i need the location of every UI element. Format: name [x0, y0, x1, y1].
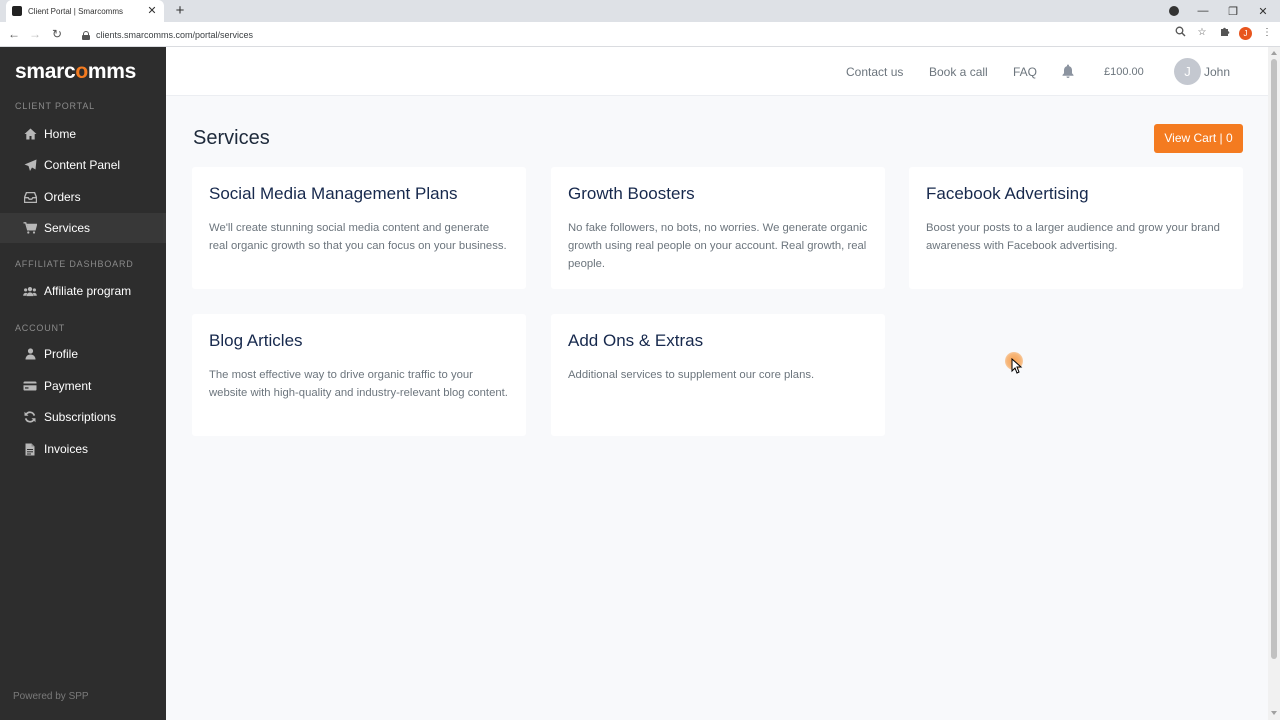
sidebar-item-subscriptions[interactable]: Subscriptions: [0, 402, 166, 432]
sidebar-item-label: Orders: [44, 190, 81, 204]
bookmark-star-icon[interactable]: ☆: [1195, 26, 1209, 40]
powered-by-link[interactable]: Powered by SPP: [13, 691, 89, 702]
zoom-icon[interactable]: [1173, 26, 1187, 40]
sidebar-item-invoices[interactable]: Invoices: [0, 434, 166, 464]
favicon-icon: [12, 6, 22, 16]
browser-tab-bar: Client Portal | Smarcomms ✕ + — ❐ ✕: [0, 0, 1280, 22]
browser-menu-icon[interactable]: ⋮: [1260, 26, 1274, 40]
card-title[interactable]: Add Ons & Extras: [568, 331, 868, 351]
service-card-blog-articles[interactable]: Blog Articles The most effective way to …: [192, 314, 526, 436]
card-description: We'll create stunning social media conte…: [209, 222, 507, 252]
file-icon: [23, 442, 37, 456]
browser-tab[interactable]: Client Portal | Smarcomms ✕: [6, 0, 164, 22]
card-description: The most effective way to drive organic …: [209, 369, 508, 399]
scroll-thumb[interactable]: [1271, 59, 1277, 659]
lock-icon: [82, 30, 90, 40]
sidebar-item-home[interactable]: Home: [0, 119, 166, 149]
top-header: Contact us Book a call FAQ £100.00 J Joh…: [166, 47, 1268, 96]
address-bar-actions: ☆ J ⋮: [1173, 26, 1274, 40]
bell-icon[interactable]: [1062, 64, 1074, 78]
user-name-menu[interactable]: John: [1204, 65, 1230, 79]
url-field[interactable]: clients.smarcomms.com/portal/services: [74, 25, 1210, 44]
contact-us-link[interactable]: Contact us: [846, 65, 903, 79]
card-description: Additional services to supplement our co…: [568, 369, 815, 381]
book-a-call-link[interactable]: Book a call: [929, 65, 988, 79]
restore-icon[interactable]: ❐: [1218, 5, 1248, 18]
faq-link[interactable]: FAQ: [1013, 65, 1037, 79]
sidebar-item-affiliate-program[interactable]: Affiliate program: [0, 276, 166, 306]
section-label-affiliate-dashboard: AFFILIATE DASHBOARD: [15, 259, 134, 269]
sidebar-item-label: Payment: [44, 379, 92, 393]
page-title: Services: [193, 127, 270, 149]
mouse-cursor-icon: [1011, 357, 1023, 374]
window-controls: — ❐ ✕: [1188, 0, 1278, 22]
page-scrollbar[interactable]: [1268, 47, 1280, 720]
smarcomms-logo[interactable]: smarcomms: [15, 60, 136, 84]
user-icon: [23, 347, 37, 361]
sidebar-item-orders[interactable]: Orders: [0, 182, 166, 212]
view-cart-button[interactable]: View Cart | 0: [1154, 124, 1243, 153]
paper-plane-icon: [23, 158, 37, 172]
scroll-down-arrow-icon[interactable]: [1271, 711, 1277, 715]
sidebar-item-payment[interactable]: Payment: [0, 371, 166, 401]
extensions-icon[interactable]: [1217, 26, 1231, 40]
users-icon: [23, 284, 37, 298]
section-label-account: ACCOUNT: [15, 323, 66, 333]
sidebar-item-label: Home: [44, 127, 77, 141]
scroll-up-arrow-icon[interactable]: [1271, 51, 1277, 55]
new-tab-icon[interactable]: +: [172, 1, 188, 21]
card-description: Boost your posts to a larger audience an…: [926, 222, 1220, 252]
service-card-growth-boosters[interactable]: Growth Boosters No fake followers, no bo…: [551, 167, 885, 289]
card-title[interactable]: Blog Articles: [209, 331, 509, 351]
tab-title: Client Portal | Smarcomms: [28, 6, 123, 16]
credit-card-icon: [23, 379, 37, 393]
sidebar-item-services[interactable]: Services: [0, 213, 166, 243]
sidebar: smarcomms CLIENT PORTAL Home Content Pan…: [0, 47, 166, 720]
service-card-add-ons-extras[interactable]: Add Ons & Extras Additional services to …: [551, 314, 885, 436]
url-text: clients.smarcomms.com/portal/services: [96, 29, 254, 40]
service-card-facebook-advertising[interactable]: Facebook Advertising Boost your posts to…: [909, 167, 1243, 289]
minimize-icon[interactable]: —: [1188, 5, 1218, 17]
browser-profile-icon[interactable]: [1169, 6, 1179, 16]
refresh-icon: [23, 410, 37, 424]
tab-close-icon[interactable]: ✕: [146, 5, 158, 17]
sidebar-item-label: Invoices: [44, 442, 89, 456]
card-title[interactable]: Social Media Management Plans: [209, 184, 509, 204]
card-title[interactable]: Growth Boosters: [568, 184, 868, 204]
service-card-social-media[interactable]: Social Media Management Plans We'll crea…: [192, 167, 526, 289]
sidebar-item-profile[interactable]: Profile: [0, 339, 166, 369]
sidebar-item-content-panel[interactable]: Content Panel: [0, 150, 166, 180]
sidebar-item-label: Subscriptions: [44, 410, 117, 424]
window-close-icon[interactable]: ✕: [1248, 5, 1278, 18]
sidebar-item-label: Affiliate program: [44, 284, 132, 298]
inbox-icon: [23, 190, 37, 204]
browser-account-avatar[interactable]: J: [1239, 26, 1252, 40]
cart-icon: [23, 221, 37, 235]
back-icon[interactable]: ←: [6, 26, 22, 42]
section-label-client-portal: CLIENT PORTAL: [15, 101, 95, 111]
card-description: No fake followers, no bots, no worries. …: [568, 222, 868, 270]
home-icon: [23, 127, 37, 141]
card-title[interactable]: Facebook Advertising: [926, 184, 1226, 204]
sidebar-item-label: Profile: [44, 347, 79, 361]
account-balance[interactable]: £100.00: [1104, 66, 1144, 78]
avatar[interactable]: J: [1174, 58, 1201, 85]
sidebar-item-label: Content Panel: [44, 158, 121, 172]
address-bar: ← → ↻ clients.smarcomms.com/portal/servi…: [0, 22, 1280, 47]
reload-icon[interactable]: ↻: [49, 26, 65, 42]
sidebar-item-label: Services: [44, 221, 91, 235]
forward-icon[interactable]: →: [27, 26, 43, 42]
